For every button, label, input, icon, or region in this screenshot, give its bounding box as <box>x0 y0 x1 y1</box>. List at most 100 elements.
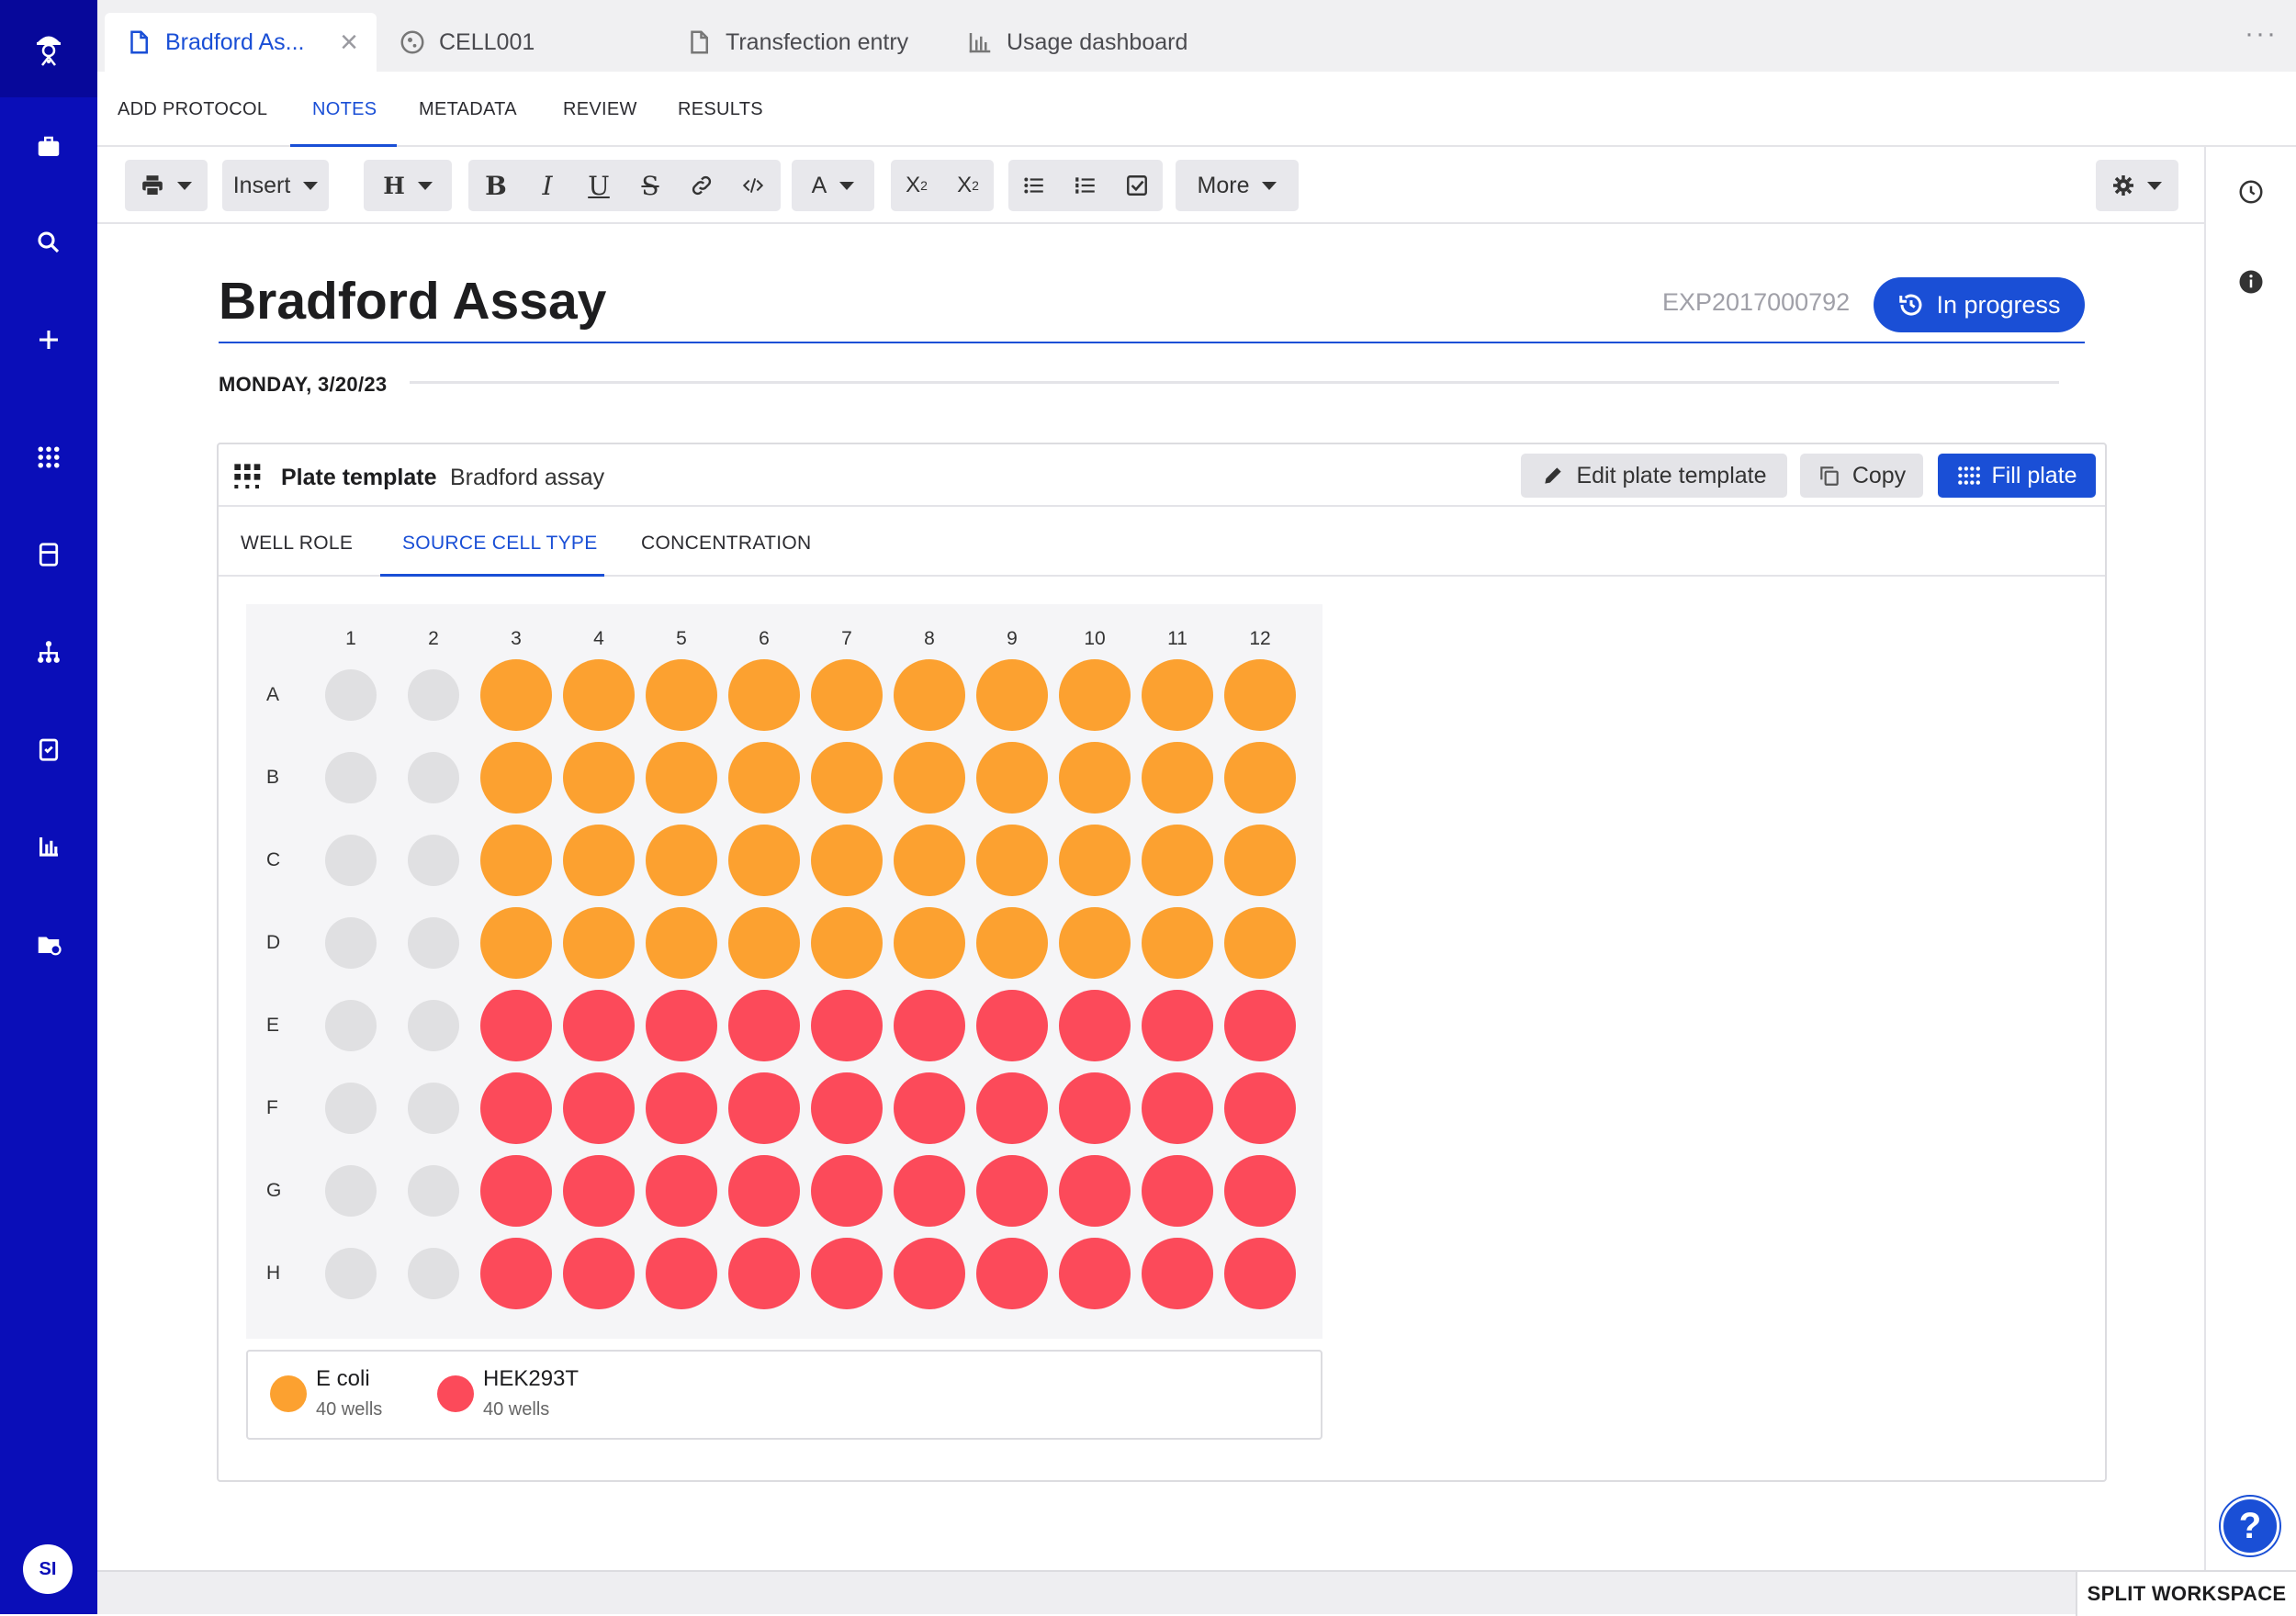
well-H10[interactable] <box>1059 1238 1131 1309</box>
bar-chart-icon[interactable] <box>30 828 67 865</box>
numbered-list-button[interactable] <box>1060 160 1111 211</box>
well-E1[interactable] <box>325 1000 377 1051</box>
well-G4[interactable] <box>563 1155 635 1227</box>
strikethrough-button[interactable]: S <box>625 160 676 211</box>
well-E12[interactable] <box>1224 990 1296 1061</box>
subnav-results[interactable]: RESULTS <box>678 99 763 120</box>
well-C1[interactable] <box>325 835 377 886</box>
more-options-icon[interactable]: ··· <box>2245 18 2278 50</box>
column-header[interactable]: 3 <box>498 628 535 650</box>
well-D4[interactable] <box>563 907 635 979</box>
row-header[interactable]: B <box>266 767 279 789</box>
well-A4[interactable] <box>563 659 635 731</box>
link-button[interactable] <box>676 160 727 211</box>
well-D6[interactable] <box>728 907 800 979</box>
row-header[interactable]: H <box>266 1262 280 1285</box>
print-button[interactable] <box>125 160 208 211</box>
hierarchy-icon[interactable] <box>30 634 67 670</box>
well-H1[interactable] <box>325 1248 377 1299</box>
well-H6[interactable] <box>728 1238 800 1309</box>
well-G3[interactable] <box>480 1155 552 1227</box>
well-A1[interactable] <box>325 669 377 721</box>
well-F5[interactable] <box>646 1072 717 1144</box>
folder-settings-icon[interactable] <box>30 926 67 962</box>
well-H4[interactable] <box>563 1238 635 1309</box>
well-B9[interactable] <box>976 742 1048 814</box>
well-F6[interactable] <box>728 1072 800 1144</box>
well-F11[interactable] <box>1142 1072 1213 1144</box>
copy-button[interactable]: Copy <box>1800 454 1923 498</box>
well-H8[interactable] <box>894 1238 965 1309</box>
well-C6[interactable] <box>728 825 800 896</box>
column-header[interactable]: 4 <box>580 628 617 650</box>
well-B2[interactable] <box>408 752 459 803</box>
info-icon[interactable] <box>2237 268 2265 296</box>
well-B7[interactable] <box>811 742 883 814</box>
insert-dropdown[interactable]: Insert <box>222 160 329 211</box>
well-C9[interactable] <box>976 825 1048 896</box>
status-badge[interactable]: In progress <box>1874 277 2085 332</box>
tab-bradford-assay[interactable]: Bradford As... × <box>105 13 377 72</box>
well-G11[interactable] <box>1142 1155 1213 1227</box>
well-D8[interactable] <box>894 907 965 979</box>
well-C5[interactable] <box>646 825 717 896</box>
bullet-list-button[interactable] <box>1008 160 1060 211</box>
well-G10[interactable] <box>1059 1155 1131 1227</box>
column-header[interactable]: 7 <box>828 628 865 650</box>
well-E2[interactable] <box>408 1000 459 1051</box>
settings-dropdown[interactable] <box>2096 160 2178 211</box>
row-header[interactable]: D <box>266 932 280 954</box>
well-C2[interactable] <box>408 835 459 886</box>
app-logo[interactable] <box>0 0 97 97</box>
apps-grid-icon[interactable] <box>30 439 67 476</box>
well-F9[interactable] <box>976 1072 1048 1144</box>
well-D10[interactable] <box>1059 907 1131 979</box>
well-C12[interactable] <box>1224 825 1296 896</box>
well-H5[interactable] <box>646 1238 717 1309</box>
column-header[interactable]: 10 <box>1076 628 1113 650</box>
well-A3[interactable] <box>480 659 552 731</box>
user-avatar[interactable]: SI <box>23 1544 73 1594</box>
well-B3[interactable] <box>480 742 552 814</box>
subnav-notes[interactable]: NOTES <box>312 99 377 120</box>
help-button[interactable]: ? <box>2221 1497 2279 1555</box>
well-D7[interactable] <box>811 907 883 979</box>
column-header[interactable]: 1 <box>332 628 369 650</box>
more-dropdown[interactable]: More <box>1176 160 1299 211</box>
well-B1[interactable] <box>325 752 377 803</box>
well-A8[interactable] <box>894 659 965 731</box>
tab-transfection-entry[interactable]: Transfection entry <box>685 13 908 72</box>
well-C4[interactable] <box>563 825 635 896</box>
italic-button[interactable]: I <box>522 160 573 211</box>
edit-plate-template-button[interactable]: Edit plate template <box>1521 454 1787 498</box>
well-A11[interactable] <box>1142 659 1213 731</box>
code-button[interactable] <box>727 160 779 211</box>
well-B11[interactable] <box>1142 742 1213 814</box>
well-B4[interactable] <box>563 742 635 814</box>
well-E7[interactable] <box>811 990 883 1061</box>
clipboard-check-icon[interactable] <box>30 731 67 768</box>
well-F1[interactable] <box>325 1083 377 1134</box>
superscript-button[interactable]: X2 <box>891 160 942 211</box>
tab-usage-dashboard[interactable]: Usage dashboard <box>966 13 1187 72</box>
column-header[interactable]: 11 <box>1159 628 1196 650</box>
well-A10[interactable] <box>1059 659 1131 731</box>
well-H3[interactable] <box>480 1238 552 1309</box>
well-G8[interactable] <box>894 1155 965 1227</box>
bold-button[interactable]: B <box>470 160 522 211</box>
well-E3[interactable] <box>480 990 552 1061</box>
history-clock-icon[interactable] <box>2237 178 2265 206</box>
add-icon[interactable] <box>30 321 67 358</box>
well-H11[interactable] <box>1142 1238 1213 1309</box>
well-D3[interactable] <box>480 907 552 979</box>
well-F7[interactable] <box>811 1072 883 1144</box>
well-E8[interactable] <box>894 990 965 1061</box>
well-C7[interactable] <box>811 825 883 896</box>
well-B6[interactable] <box>728 742 800 814</box>
row-header[interactable]: C <box>266 849 280 871</box>
row-header[interactable]: E <box>266 1015 279 1037</box>
close-tab-icon[interactable]: × <box>336 27 362 58</box>
well-E9[interactable] <box>976 990 1048 1061</box>
tab-cell001[interactable]: CELL001 <box>399 13 535 72</box>
well-H2[interactable] <box>408 1248 459 1299</box>
